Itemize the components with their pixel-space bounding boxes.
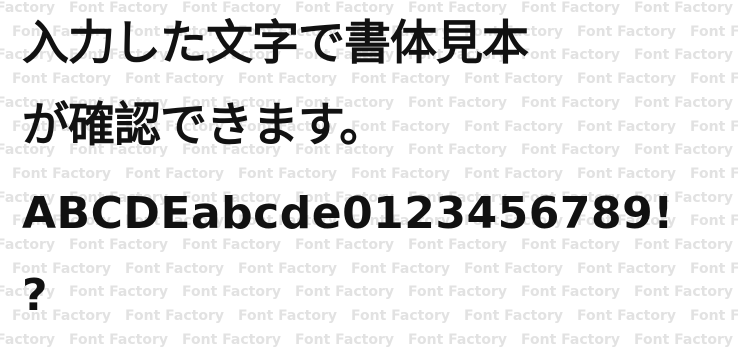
sample-line-3: ABCDEabcde0123456789!	[22, 188, 674, 239]
sample-line-1: 入力した文字で書体見本	[22, 16, 529, 71]
sample-text-block: 入力した文字で書体見本 が確認できます。 ABCDEabcde012345678…	[0, 0, 738, 356]
sample-line-4: ?	[22, 270, 49, 321]
font-preview-canvas: Font FactoryFont FactoryFont FactoryFont…	[0, 0, 738, 356]
sample-line-2: が確認できます。	[22, 98, 386, 153]
